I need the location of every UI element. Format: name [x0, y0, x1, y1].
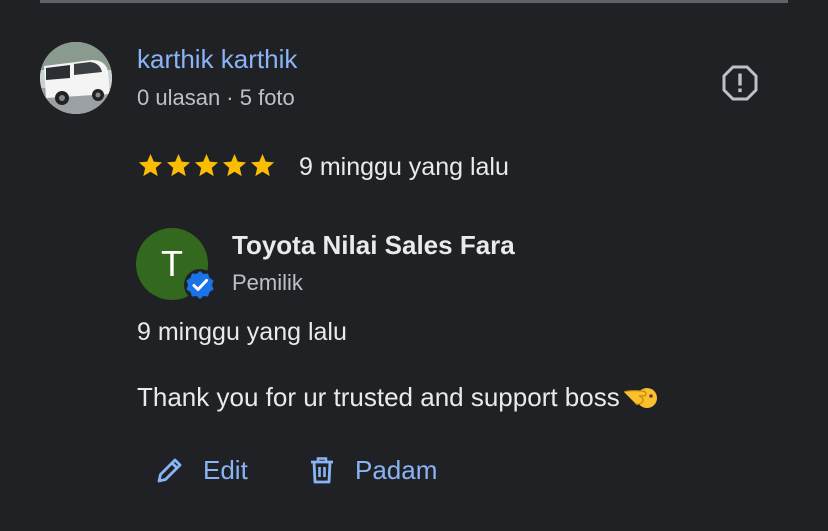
- owner-role: Pemilik: [232, 270, 303, 295]
- owner-initial: T: [161, 243, 183, 284]
- reviewer-name[interactable]: karthik karthik: [137, 44, 297, 75]
- verified-badge-icon: [183, 268, 217, 302]
- review-time: 9 minggu yang lalu: [299, 153, 509, 181]
- star-icon: [250, 154, 275, 177]
- star-icon: [222, 154, 247, 177]
- reply-text: Thank you for ur trusted and support bos…: [137, 382, 658, 413]
- van-photo: [40, 42, 112, 114]
- edit-label: Edit: [203, 454, 248, 485]
- reviewer-avatar[interactable]: [40, 42, 112, 114]
- pencil-icon: [157, 458, 182, 483]
- trash-icon: [311, 457, 333, 484]
- pointing-hand-emoji: [622, 383, 658, 411]
- edit-button[interactable]: Edit: [155, 450, 248, 490]
- report-icon[interactable]: [722, 65, 758, 101]
- divider: [40, 0, 788, 3]
- star-icon: [138, 154, 163, 177]
- delete-button[interactable]: Padam: [307, 450, 437, 490]
- reviewer-meta: 0 ulasan · 5 foto: [137, 85, 295, 110]
- delete-label: Padam: [355, 454, 438, 485]
- star-icon: [194, 154, 219, 177]
- star-icon: [166, 154, 191, 177]
- star-rating: [137, 152, 276, 180]
- reply-time: 9 minggu yang lalu: [137, 318, 347, 346]
- reply-text-content: Thank you for ur trusted and support bos…: [137, 382, 620, 412]
- review-card: karthik karthik 0 ulasan · 5 foto 9 ming…: [0, 0, 828, 531]
- owner-name: Toyota Nilai Sales Fara: [232, 230, 515, 260]
